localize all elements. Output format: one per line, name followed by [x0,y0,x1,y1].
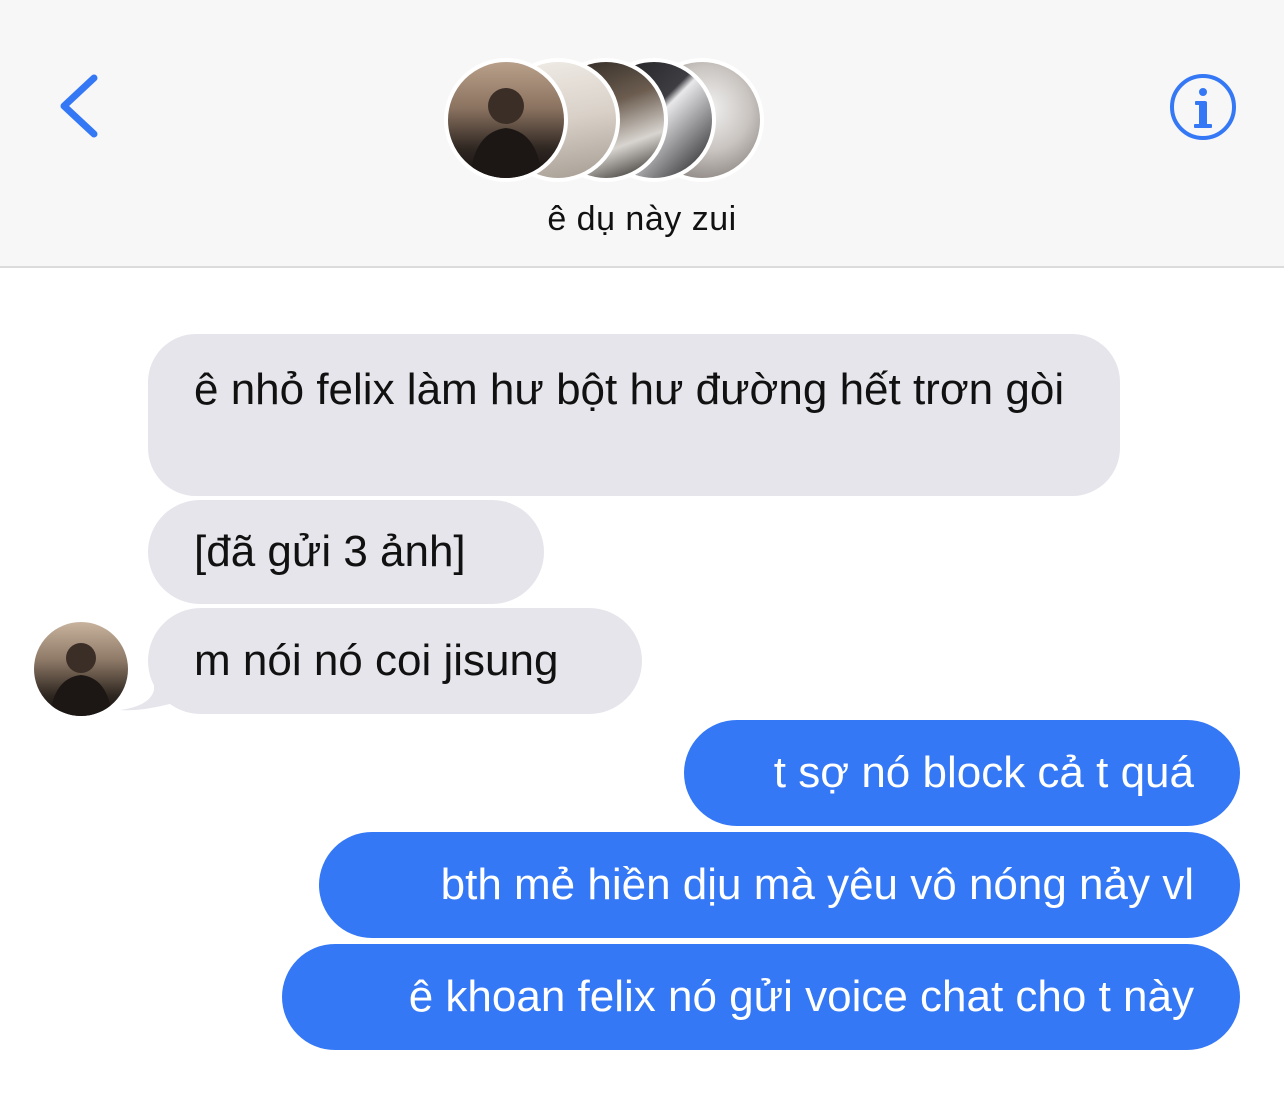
info-button[interactable] [1168,72,1238,142]
message-bubble[interactable]: bth mẻ hiền dịu mà yêu vô nóng nảy vl [319,832,1240,938]
chevron-left-icon [60,74,98,138]
message-text: ê khoan felix nó gửi voice chat cho t nà… [408,972,1194,1021]
group-avatars[interactable] [440,58,770,188]
message-text: t sợ nó block cả t quá [773,748,1194,797]
info-circle-icon [1170,74,1236,140]
message-bubble[interactable]: ê nhỏ felix làm hư bột hư đường hết trơn… [148,334,1120,496]
back-button[interactable] [52,68,112,144]
person-silhouette-icon [470,88,542,178]
group-name[interactable]: ê dụ này zui [0,200,1284,239]
message-text: bth mẻ hiền dịu mà yêu vô nóng nảy vl [440,860,1194,909]
message-text: [đã gửi 3 ảnh] [194,527,466,576]
conversation-header: ê dụ này zui [0,0,1284,268]
message-bubble[interactable]: t sợ nó block cả t quá [684,720,1240,826]
message-bubble[interactable]: m nói nó coi jisung [148,608,642,714]
member-avatar [444,58,568,182]
message-bubble[interactable]: [đã gửi 3 ảnh] [148,500,544,604]
message-text: ê nhỏ felix làm hư bột hư đường hết trơn… [194,365,1065,414]
message-bubble[interactable]: ê khoan felix nó gửi voice chat cho t nà… [282,944,1240,1050]
message-text: m nói nó coi jisung [194,636,559,685]
